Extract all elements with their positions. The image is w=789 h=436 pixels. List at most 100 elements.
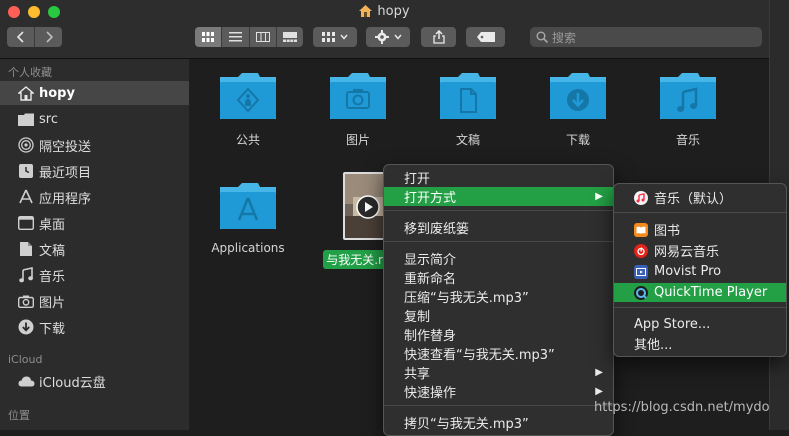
menu-separator — [614, 307, 786, 308]
sidebar-item-label: src — [39, 111, 58, 127]
home-icon — [359, 5, 373, 17]
submenu-item-other[interactable]: 其他... — [614, 334, 786, 353]
menu-item-share[interactable]: 共享 ▶ — [384, 363, 613, 382]
chevron-right-icon — [45, 31, 53, 43]
menu-item-compress[interactable]: 压缩“与我无关.mp3” — [384, 287, 613, 306]
sidebar-item-desktop[interactable]: 桌面 — [0, 211, 189, 235]
netease-music-app-icon — [634, 243, 648, 258]
folder-item-public[interactable]: 公共 — [193, 71, 303, 148]
sidebar-item-label: 桌面 — [39, 217, 66, 233]
submenu-item-books[interactable]: 图书 — [614, 220, 786, 239]
folder-item-music[interactable]: 音乐 — [633, 71, 743, 148]
cloud-icon — [17, 372, 35, 390]
submenu-item-label: 音乐（默认） — [654, 192, 733, 207]
icon-view-button[interactable] — [195, 27, 223, 47]
sidebar-item-recents[interactable]: 最近项目 — [0, 159, 189, 183]
share-button[interactable] — [421, 27, 456, 47]
sidebar-item-applications[interactable]: 应用程序 — [0, 185, 189, 209]
menu-item-quick-look[interactable]: 快速查看“与我无关.mp3” — [384, 344, 613, 363]
menu-item-quick-actions[interactable]: 快速操作 ▶ — [384, 382, 613, 401]
movist-pro-app-icon — [634, 264, 648, 279]
gear-icon — [374, 30, 389, 44]
menu-item-move-to-trash[interactable]: 移到废纸篓 — [384, 218, 613, 237]
menu-item-get-info[interactable]: 显示简介 — [384, 249, 613, 268]
history-navigation — [7, 27, 62, 47]
menu-item-label: 制作替身 — [404, 329, 457, 344]
quicktime-app-icon — [634, 285, 648, 300]
submenu-item-label: 网易云音乐 — [654, 245, 720, 260]
submenu-item-movist-pro[interactable]: Movist Pro — [614, 262, 786, 281]
menu-item-rename[interactable]: 重新命名 — [384, 268, 613, 287]
menu-item-label: 复制 — [404, 310, 431, 325]
search-placeholder: 搜索 — [552, 30, 577, 45]
sidebar-item-label: 音乐 — [39, 269, 66, 285]
folder-item-applications[interactable]: Applications — [193, 181, 303, 255]
sidebar-item-label: 图片 — [39, 295, 66, 311]
search-field[interactable]: 搜索 — [530, 27, 762, 47]
folder-label: 下载 — [565, 133, 590, 147]
sidebar-item-airdrop[interactable]: 隔空投送 — [0, 133, 189, 157]
group-by-button[interactable] — [313, 27, 357, 47]
menu-item-copy[interactable]: 拷贝“与我无关.mp3” — [384, 413, 613, 432]
folder-icon — [17, 110, 35, 128]
music-app-icon — [634, 190, 648, 205]
back-button[interactable] — [7, 27, 35, 47]
sidebar-item-icloud-drive[interactable]: iCloud云盘 — [0, 369, 189, 393]
menu-item-open[interactable]: 打开 — [384, 168, 613, 187]
submenu-item-quicktime-player[interactable]: QuickTime Player — [614, 283, 786, 302]
sidebar-section-favorites: 个人收藏 — [8, 66, 52, 79]
submenu-arrow-icon: ▶ — [595, 386, 603, 397]
submenu-item-app-store[interactable]: App Store... — [614, 315, 786, 334]
menu-item-label: 移到废纸篓 — [404, 222, 470, 237]
sidebar: 个人收藏 hopy src 隔空投送 最近项目 应用程序 桌面 文稿 音乐 图片… — [0, 59, 189, 430]
sidebar-item-pictures[interactable]: 图片 — [0, 289, 189, 313]
context-menu: 打开 打开方式 ▶ 移到废纸篓 显示简介 重新命名 压缩“与我无关.mp3” 复制… — [383, 164, 614, 436]
folder-label: 音乐 — [675, 133, 700, 147]
airdrop-icon — [17, 136, 35, 154]
menu-item-make-alias[interactable]: 制作替身 — [384, 325, 613, 344]
toolbar: hopy 搜索 — [0, 0, 769, 59]
submenu-arrow-icon: ▶ — [595, 367, 603, 378]
menu-item-label: 拷贝“与我无关.mp3” — [404, 417, 529, 432]
sidebar-item-label: 隔空投送 — [39, 139, 92, 155]
column-view-button[interactable] — [250, 27, 277, 47]
sidebar-item-documents[interactable]: 文稿 — [0, 237, 189, 261]
action-button[interactable] — [366, 27, 410, 47]
public-folder-icon — [220, 73, 276, 119]
camera-icon — [17, 292, 35, 310]
folder-label: Applications — [211, 241, 285, 255]
window-title: hopy — [0, 4, 769, 19]
folder-item-documents[interactable]: 文稿 — [413, 71, 523, 148]
list-view-button[interactable] — [222, 27, 250, 47]
submenu-item-music-default[interactable]: 音乐（默认） — [614, 188, 786, 207]
chevron-down-icon — [393, 34, 402, 40]
menu-item-label: 共享 — [404, 367, 431, 382]
menu-item-duplicate[interactable]: 复制 — [384, 306, 613, 325]
folder-item-downloads[interactable]: 下载 — [523, 71, 633, 148]
submenu-arrow-icon: ▶ — [595, 191, 603, 202]
search-icon — [536, 31, 548, 43]
documents-folder-icon — [440, 73, 496, 119]
gallery-view-icon — [282, 32, 297, 42]
menu-item-label: 打开 — [404, 172, 431, 187]
forward-button[interactable] — [35, 27, 62, 47]
submenu-item-netease-music[interactable]: 网易云音乐 — [614, 241, 786, 260]
tags-button[interactable] — [466, 27, 505, 47]
sidebar-item-hopy[interactable]: hopy — [0, 81, 189, 105]
folder-item-pictures[interactable]: 图片 — [303, 71, 413, 148]
menu-item-label: 显示简介 — [404, 253, 457, 268]
pictures-folder-icon — [330, 73, 386, 119]
sidebar-section-icloud: iCloud — [8, 353, 43, 366]
window-title-text: hopy — [377, 4, 410, 19]
sidebar-item-src[interactable]: src — [0, 107, 189, 131]
sidebar-item-label: 应用程序 — [39, 191, 92, 207]
sidebar-item-label: 下载 — [39, 321, 66, 337]
sidebar-item-music[interactable]: 音乐 — [0, 263, 189, 287]
menu-item-open-with[interactable]: 打开方式 ▶ — [384, 187, 613, 206]
sidebar-item-downloads[interactable]: 下载 — [0, 315, 189, 339]
gallery-view-button[interactable] — [277, 27, 303, 47]
menu-separator — [384, 210, 613, 211]
view-mode-control — [195, 27, 303, 47]
menu-separator — [384, 405, 613, 406]
chevron-down-icon — [340, 34, 348, 40]
